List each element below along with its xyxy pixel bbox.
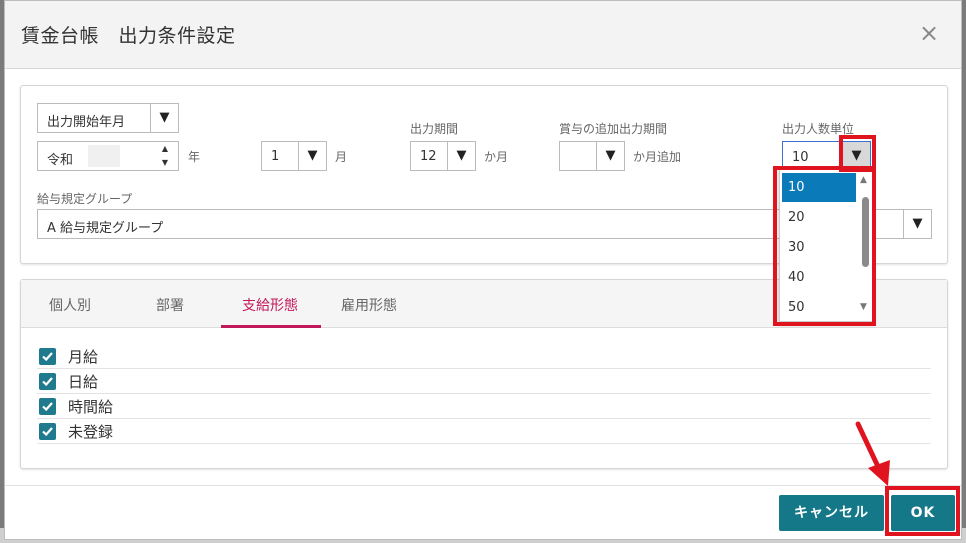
scroll-up-icon[interactable]: ▲ — [860, 175, 867, 185]
tab-employment-type[interactable]: 雇用形態 — [341, 295, 397, 315]
list-item: 日給 — [37, 369, 931, 394]
dropdown-option-40[interactable]: 40 — [782, 263, 856, 292]
footer-divider — [5, 485, 961, 486]
checkbox-daily[interactable] — [39, 373, 56, 390]
dialog-title: 賃金台帳 出力条件設定 — [21, 25, 236, 47]
dialog-header: 賃金台帳 出力条件設定 × — [5, 1, 961, 69]
spin-down-icon[interactable]: ▼ — [152, 156, 178, 170]
people-unit-select[interactable]: 10 ▼ — [782, 141, 871, 171]
scroll-down-icon[interactable]: ▼ — [860, 302, 867, 312]
people-unit-value: 10 — [792, 150, 809, 165]
period-label: 出力期間 — [410, 122, 459, 136]
tab-department[interactable]: 部署 — [156, 295, 184, 315]
list-item: 月給 — [37, 344, 931, 369]
spin-up-icon[interactable]: ▲ — [152, 142, 178, 156]
checkbox-monthly[interactable] — [39, 348, 56, 365]
bonus-period-unit: か月追加 — [633, 150, 682, 164]
check-icon — [42, 377, 53, 387]
pointer-arrow-icon — [855, 421, 890, 486]
month-select[interactable]: 1 ▼ — [261, 141, 327, 171]
tab-individual[interactable]: 個人別 — [49, 295, 91, 315]
start-type-value: 出力開始年月 — [47, 115, 126, 130]
checkbox-label: 日給 — [68, 373, 99, 391]
check-icon — [42, 427, 53, 437]
bonus-period-label: 賞与の追加出力期間 — [559, 122, 668, 136]
dropdown-arrow-icon[interactable]: ▼ — [150, 104, 178, 132]
checkbox-hourly[interactable] — [39, 398, 56, 415]
checkbox-label: 月給 — [68, 348, 99, 366]
month-value: 1 — [271, 149, 280, 164]
year-number-field[interactable] — [88, 145, 120, 167]
era-year-input[interactable]: 令和 ▲ ▼ — [37, 141, 179, 171]
year-unit: 年 — [188, 150, 201, 164]
period-value: 12 — [420, 149, 437, 164]
tab-payment-type[interactable]: 支給形態 — [242, 295, 298, 315]
period-unit: か月 — [484, 150, 509, 164]
checkbox-label: 時間給 — [68, 398, 114, 416]
era-value: 令和 — [47, 153, 74, 168]
list-item: 時間給 — [37, 394, 931, 419]
dropdown-option-50[interactable]: 50 — [782, 293, 856, 322]
dropdown-scrollbar[interactable]: ▲ ▼ — [858, 171, 872, 319]
rule-group-label: 給与規定グループ — [37, 192, 133, 206]
checkbox-label: 未登録 — [68, 423, 114, 441]
month-unit: 月 — [335, 150, 348, 164]
scrollbar-thumb[interactable] — [862, 197, 869, 267]
checkbox-unregistered[interactable] — [39, 423, 56, 440]
dropdown-option-10[interactable]: 10 — [782, 173, 856, 202]
list-item: 未登録 — [37, 419, 931, 444]
check-icon — [42, 402, 53, 412]
close-icon[interactable]: × — [919, 21, 939, 45]
dropdown-option-20[interactable]: 20 — [782, 203, 856, 232]
period-select[interactable]: 12 ▼ — [410, 141, 476, 171]
dropdown-arrow-icon[interactable]: ▼ — [596, 142, 624, 170]
cancel-button[interactable]: キャンセル — [779, 495, 884, 531]
rule-group-value: A 給与規定グループ — [47, 221, 164, 236]
people-unit-label: 出力人数単位 — [782, 122, 855, 136]
people-unit-dropdown-list: 10 20 30 40 50 ▲ ▼ — [779, 168, 873, 322]
dropdown-arrow-icon[interactable]: ▼ — [447, 142, 475, 170]
active-tab-indicator — [221, 325, 321, 328]
dropdown-arrow-icon[interactable]: ▼ — [842, 142, 870, 170]
bonus-period-select[interactable]: ▼ — [559, 141, 625, 171]
check-icon — [42, 352, 53, 362]
dropdown-arrow-icon[interactable]: ▼ — [298, 142, 326, 170]
dropdown-option-30[interactable]: 30 — [782, 233, 856, 262]
start-type-select[interactable]: 出力開始年月 ▼ — [37, 103, 179, 133]
year-spinner[interactable]: ▲ ▼ — [152, 142, 178, 170]
ok-button[interactable]: OK — [891, 495, 955, 531]
dropdown-arrow-icon[interactable]: ▼ — [903, 210, 931, 238]
